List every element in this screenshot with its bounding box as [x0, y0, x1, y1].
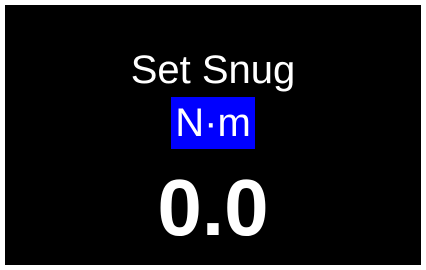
torque-value[interactable]: 0.0: [5, 165, 421, 251]
screen-title: Set Snug: [130, 48, 296, 92]
unit-selector[interactable]: N·m: [171, 97, 255, 149]
display-screen: Set Snug N·m 0.0: [5, 5, 421, 265]
unit-selector-row: N·m: [5, 97, 421, 149]
